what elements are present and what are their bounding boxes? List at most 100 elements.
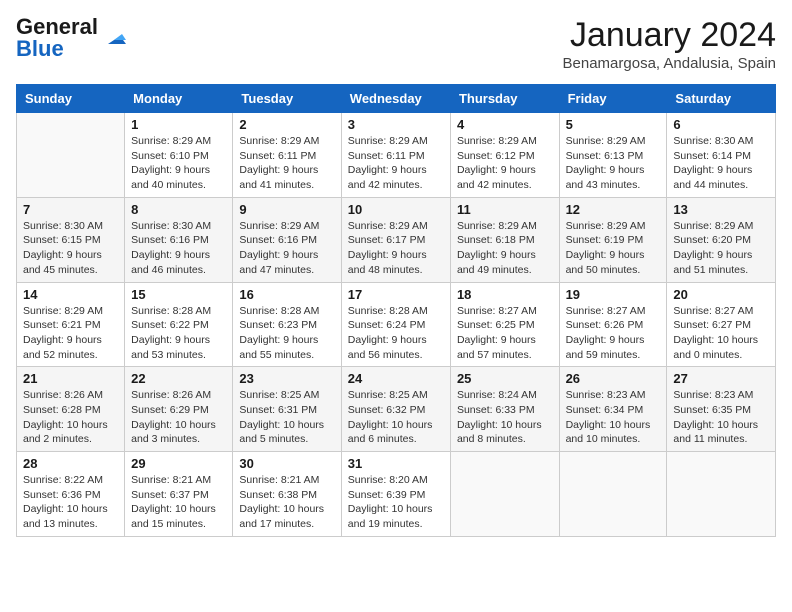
day-info: Sunrise: 8:23 AM Sunset: 6:34 PM Dayligh… [566, 388, 661, 447]
day-info: Sunrise: 8:28 AM Sunset: 6:22 PM Dayligh… [131, 304, 226, 363]
day-info: Sunrise: 8:21 AM Sunset: 6:38 PM Dayligh… [239, 473, 334, 532]
day-info: Sunrise: 8:25 AM Sunset: 6:31 PM Dayligh… [239, 388, 334, 447]
day-number: 22 [131, 371, 226, 386]
calendar-cell [17, 113, 125, 198]
calendar-cell: 18 Sunrise: 8:27 AM Sunset: 6:25 PM Dayli… [450, 282, 559, 367]
calendar-cell: 1 Sunrise: 8:29 AM Sunset: 6:10 PM Daylig… [125, 113, 233, 198]
day-info: Sunrise: 8:30 AM Sunset: 6:16 PM Dayligh… [131, 219, 226, 278]
day-info: Sunrise: 8:29 AM Sunset: 6:11 PM Dayligh… [239, 134, 334, 193]
col-header-sunday: Sunday [17, 85, 125, 113]
day-info: Sunrise: 8:30 AM Sunset: 6:14 PM Dayligh… [673, 134, 769, 193]
day-info: Sunrise: 8:27 AM Sunset: 6:27 PM Dayligh… [673, 304, 769, 363]
logo: General Blue [16, 16, 126, 60]
calendar-cell [667, 452, 776, 537]
title-block: January 2024 Benamargosa, Andalusia, Spa… [563, 16, 776, 72]
calendar-cell: 26 Sunrise: 8:23 AM Sunset: 6:34 PM Dayli… [559, 367, 667, 452]
day-info: Sunrise: 8:25 AM Sunset: 6:32 PM Dayligh… [348, 388, 444, 447]
calendar-cell: 16Sunrise: 8:28 AM Sunset: 6:23 PM Dayli… [233, 282, 341, 367]
calendar-cell: 6 Sunrise: 8:30 AM Sunset: 6:14 PM Daylig… [667, 113, 776, 198]
calendar-cell: 7Sunrise: 8:30 AM Sunset: 6:15 PM Daylig… [17, 197, 125, 282]
day-info: Sunrise: 8:29 AM Sunset: 6:20 PM Dayligh… [673, 219, 769, 278]
day-number: 5 [566, 117, 661, 132]
day-info: Sunrise: 8:22 AM Sunset: 6:36 PM Dayligh… [23, 473, 118, 532]
day-number: 19 [566, 287, 661, 302]
day-info: Sunrise: 8:27 AM Sunset: 6:26 PM Dayligh… [566, 304, 661, 363]
day-info: Sunrise: 8:20 AM Sunset: 6:39 PM Dayligh… [348, 473, 444, 532]
day-number: 9 [239, 202, 334, 217]
day-info: Sunrise: 8:29 AM Sunset: 6:11 PM Dayligh… [348, 134, 444, 193]
day-number: 27 [673, 371, 769, 386]
calendar-cell: 15 Sunrise: 8:28 AM Sunset: 6:22 PM Dayli… [125, 282, 233, 367]
day-info: Sunrise: 8:28 AM Sunset: 6:24 PM Dayligh… [348, 304, 444, 363]
calendar-cell: 14 Sunrise: 8:29 AM Sunset: 6:21 PM Dayli… [17, 282, 125, 367]
calendar-week-row: 21 Sunrise: 8:26 AM Sunset: 6:28 PM Dayli… [17, 367, 776, 452]
day-info: Sunrise: 8:30 AM Sunset: 6:15 PM Dayligh… [23, 219, 118, 278]
calendar-week-row: 28 Sunrise: 8:22 AM Sunset: 6:36 PM Dayli… [17, 452, 776, 537]
calendar-table: SundayMondayTuesdayWednesdayThursdayFrid… [16, 84, 776, 537]
calendar-cell: 20 Sunrise: 8:27 AM Sunset: 6:27 PM Dayli… [667, 282, 776, 367]
day-info: Sunrise: 8:29 AM Sunset: 6:21 PM Dayligh… [23, 304, 118, 363]
calendar-cell: 24Sunrise: 8:25 AM Sunset: 6:32 PM Dayli… [341, 367, 450, 452]
day-number: 20 [673, 287, 769, 302]
day-number: 11 [457, 202, 553, 217]
day-number: 28 [23, 456, 118, 471]
day-info: Sunrise: 8:29 AM Sunset: 6:19 PM Dayligh… [566, 219, 661, 278]
calendar-cell: 19 Sunrise: 8:27 AM Sunset: 6:26 PM Dayli… [559, 282, 667, 367]
day-info: Sunrise: 8:28 AM Sunset: 6:23 PM Dayligh… [239, 304, 334, 363]
calendar-header-row: SundayMondayTuesdayWednesdayThursdayFrid… [17, 85, 776, 113]
calendar-cell: 23 Sunrise: 8:25 AM Sunset: 6:31 PM Dayli… [233, 367, 341, 452]
col-header-friday: Friday [559, 85, 667, 113]
col-header-saturday: Saturday [667, 85, 776, 113]
col-header-tuesday: Tuesday [233, 85, 341, 113]
day-number: 10 [348, 202, 444, 217]
day-info: Sunrise: 8:26 AM Sunset: 6:28 PM Dayligh… [23, 388, 118, 447]
day-number: 25 [457, 371, 553, 386]
day-number: 23 [239, 371, 334, 386]
month-year-title: January 2024 [563, 16, 776, 55]
calendar-week-row: 14 Sunrise: 8:29 AM Sunset: 6:21 PM Dayli… [17, 282, 776, 367]
calendar-cell [450, 452, 559, 537]
day-info: Sunrise: 8:29 AM Sunset: 6:10 PM Dayligh… [131, 134, 226, 193]
day-number: 30 [239, 456, 334, 471]
calendar-cell: 4 Sunrise: 8:29 AM Sunset: 6:12 PM Daylig… [450, 113, 559, 198]
day-number: 4 [457, 117, 553, 132]
day-number: 2 [239, 117, 334, 132]
day-number: 18 [457, 287, 553, 302]
calendar-cell: 30 Sunrise: 8:21 AM Sunset: 6:38 PM Dayli… [233, 452, 341, 537]
day-number: 13 [673, 202, 769, 217]
day-number: 21 [23, 371, 118, 386]
day-info: Sunrise: 8:29 AM Sunset: 6:17 PM Dayligh… [348, 219, 444, 278]
day-number: 12 [566, 202, 661, 217]
calendar-cell [559, 452, 667, 537]
day-info: Sunrise: 8:29 AM Sunset: 6:16 PM Dayligh… [239, 219, 334, 278]
day-info: Sunrise: 8:29 AM Sunset: 6:12 PM Dayligh… [457, 134, 553, 193]
calendar-cell: 28 Sunrise: 8:22 AM Sunset: 6:36 PM Dayli… [17, 452, 125, 537]
location-subtitle: Benamargosa, Andalusia, Spain [563, 55, 776, 72]
calendar-cell: 2 Sunrise: 8:29 AM Sunset: 6:11 PM Daylig… [233, 113, 341, 198]
calendar-cell: 25 Sunrise: 8:24 AM Sunset: 6:33 PM Dayli… [450, 367, 559, 452]
calendar-cell: 27Sunrise: 8:23 AM Sunset: 6:35 PM Dayli… [667, 367, 776, 452]
day-info: Sunrise: 8:24 AM Sunset: 6:33 PM Dayligh… [457, 388, 553, 447]
calendar-cell: 3 Sunrise: 8:29 AM Sunset: 6:11 PM Daylig… [341, 113, 450, 198]
calendar-cell: 22 Sunrise: 8:26 AM Sunset: 6:29 PM Dayli… [125, 367, 233, 452]
logo-icon [102, 26, 126, 50]
page-header: General Blue January 2024 Benamargosa, A… [16, 16, 776, 72]
day-info: Sunrise: 8:29 AM Sunset: 6:13 PM Dayligh… [566, 134, 661, 193]
day-number: 26 [566, 371, 661, 386]
col-header-monday: Monday [125, 85, 233, 113]
day-info: Sunrise: 8:21 AM Sunset: 6:37 PM Dayligh… [131, 473, 226, 532]
col-header-wednesday: Wednesday [341, 85, 450, 113]
calendar-cell: 13 Sunrise: 8:29 AM Sunset: 6:20 PM Dayli… [667, 197, 776, 282]
calendar-cell: 9 Sunrise: 8:29 AM Sunset: 6:16 PM Daylig… [233, 197, 341, 282]
calendar-cell: 17Sunrise: 8:28 AM Sunset: 6:24 PM Dayli… [341, 282, 450, 367]
day-number: 15 [131, 287, 226, 302]
day-info: Sunrise: 8:26 AM Sunset: 6:29 PM Dayligh… [131, 388, 226, 447]
day-number: 29 [131, 456, 226, 471]
day-number: 14 [23, 287, 118, 302]
calendar-cell: 5 Sunrise: 8:29 AM Sunset: 6:13 PM Daylig… [559, 113, 667, 198]
day-number: 6 [673, 117, 769, 132]
day-info: Sunrise: 8:27 AM Sunset: 6:25 PM Dayligh… [457, 304, 553, 363]
day-number: 3 [348, 117, 444, 132]
day-number: 31 [348, 456, 444, 471]
day-number: 1 [131, 117, 226, 132]
